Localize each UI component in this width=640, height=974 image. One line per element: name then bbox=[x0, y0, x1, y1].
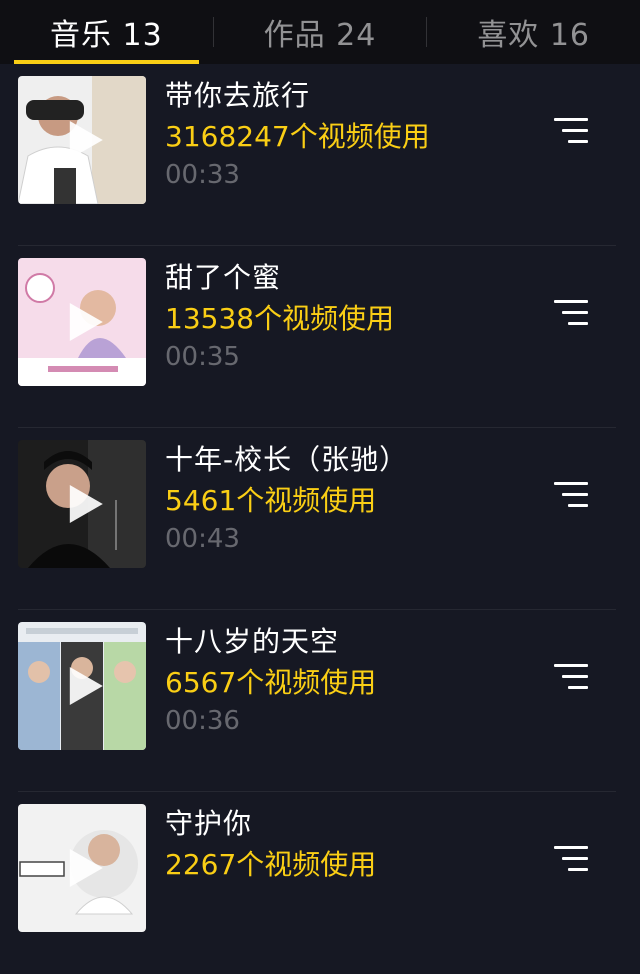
song-duration: 00:33 bbox=[165, 160, 240, 190]
music-list: 带你去旅行 3168247个视频使用 00:33 甜了个蜜 13538个视频使用… bbox=[0, 64, 640, 974]
play-icon[interactable] bbox=[67, 119, 105, 161]
song-cover[interactable] bbox=[18, 804, 146, 932]
play-icon[interactable] bbox=[67, 301, 105, 343]
song-title: 守护你 bbox=[165, 807, 253, 840]
play-icon[interactable] bbox=[67, 483, 105, 525]
tab-music[interactable]: 音乐 13 bbox=[0, 0, 213, 64]
song-cover[interactable] bbox=[18, 622, 146, 750]
list-menu-icon[interactable] bbox=[552, 480, 588, 510]
song-info: 甜了个蜜 13538个视频使用 00:35 bbox=[165, 260, 394, 374]
list-menu-icon[interactable] bbox=[552, 844, 588, 874]
song-duration: 00:36 bbox=[165, 706, 240, 736]
song-use-count: 5461个视频使用 bbox=[165, 484, 377, 517]
music-list-item[interactable]: 十八岁的天空 6567个视频使用 00:36 bbox=[0, 610, 640, 792]
song-info: 十八岁的天空 6567个视频使用 00:36 bbox=[165, 624, 376, 738]
song-title: 十八岁的天空 bbox=[165, 625, 340, 658]
tab-works[interactable]: 作品 24 bbox=[214, 0, 427, 64]
song-duration: 00:43 bbox=[165, 524, 240, 554]
list-menu-icon[interactable] bbox=[552, 298, 588, 328]
play-icon[interactable] bbox=[67, 847, 105, 889]
list-menu-icon[interactable] bbox=[552, 116, 588, 146]
song-title: 甜了个蜜 bbox=[165, 261, 282, 294]
song-info: 守护你 2267个视频使用 bbox=[165, 806, 376, 884]
list-menu-icon[interactable] bbox=[552, 662, 588, 692]
tab-music-label: 音乐 13 bbox=[49, 18, 163, 53]
song-cover[interactable] bbox=[18, 440, 146, 568]
music-list-item[interactable]: 十年-校长（张驰） 5461个视频使用 00:43 bbox=[0, 428, 640, 610]
song-use-count: 2267个视频使用 bbox=[165, 848, 377, 881]
song-title: 带你去旅行 bbox=[165, 79, 311, 112]
song-use-count: 13538个视频使用 bbox=[165, 302, 395, 335]
song-use-count: 3168247个视频使用 bbox=[165, 120, 430, 153]
song-info: 带你去旅行 3168247个视频使用 00:33 bbox=[165, 78, 430, 192]
tab-likes[interactable]: 喜欢 16 bbox=[427, 0, 640, 64]
music-list-item[interactable]: 带你去旅行 3168247个视频使用 00:33 bbox=[0, 64, 640, 246]
play-icon[interactable] bbox=[67, 665, 105, 707]
music-list-item[interactable]: 甜了个蜜 13538个视频使用 00:35 bbox=[0, 246, 640, 428]
song-duration: 00:35 bbox=[165, 342, 240, 372]
song-info: 十年-校长（张驰） 5461个视频使用 00:43 bbox=[165, 442, 408, 556]
song-cover[interactable] bbox=[18, 258, 146, 386]
music-list-item[interactable]: 守护你 2267个视频使用 bbox=[0, 792, 640, 974]
tab-works-label: 作品 24 bbox=[263, 18, 377, 53]
song-use-count: 6567个视频使用 bbox=[165, 666, 377, 699]
tab-likes-label: 喜欢 16 bbox=[477, 18, 591, 53]
profile-tabs: 音乐 13 作品 24 喜欢 16 bbox=[0, 0, 640, 64]
song-title: 十年-校长（张驰） bbox=[165, 443, 409, 476]
song-cover[interactable] bbox=[18, 76, 146, 204]
